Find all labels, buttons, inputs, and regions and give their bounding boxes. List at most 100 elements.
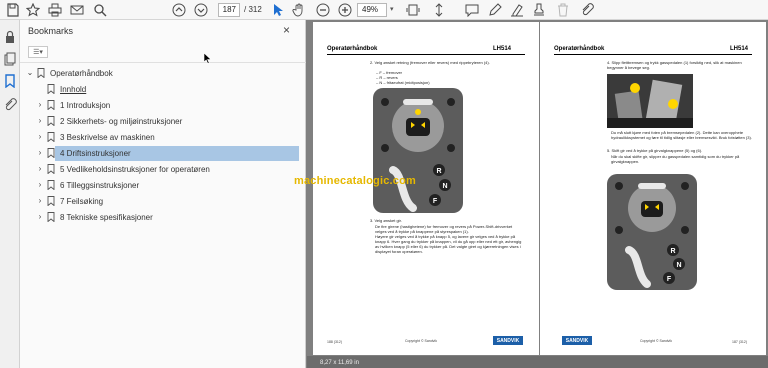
- star-icon[interactable]: [26, 2, 40, 18]
- bookmark-icon: [47, 148, 55, 158]
- footer-copyright: Copyright © Sandvik: [405, 339, 437, 343]
- delete-icon[interactable]: [556, 2, 570, 18]
- chevron-right-icon[interactable]: ›: [36, 196, 44, 205]
- sandvik-logo: SANDVIK: [562, 336, 592, 345]
- footer-page-number: 188 (312): [327, 340, 342, 344]
- bookmark-label: 3 Beskrivelse av maskinen: [60, 133, 155, 142]
- bookmark-icon: [47, 164, 55, 174]
- zoom-in-icon[interactable]: [338, 2, 352, 18]
- navigation-rail: [0, 20, 20, 368]
- status-bar: [307, 356, 768, 368]
- zoom-dropdown-icon[interactable]: ▾: [390, 5, 394, 13]
- bookmark-label: 1 Introduksjon: [60, 101, 111, 110]
- pages-icon[interactable]: [3, 52, 17, 66]
- svg-text:R: R: [436, 168, 441, 175]
- bookmark-item[interactable]: › 8 Tekniske spesifikasjoner: [20, 210, 306, 225]
- stamp-icon[interactable]: [532, 2, 546, 18]
- document-page-right: Operatørhåndbok LH514 4. Slipp flettbrem…: [540, 22, 766, 355]
- bookmark-item[interactable]: › 6 Tilleggsinstruksjoner: [20, 178, 306, 193]
- bookmarks-panel: Bookmarks × ☰▾ ⌄ Operatørhåndbok Innhold › 1…: [20, 20, 306, 368]
- bookmark-options-button[interactable]: ☰▾: [28, 46, 48, 58]
- zoom-out-icon[interactable]: [316, 2, 330, 18]
- mail-icon[interactable]: [70, 2, 84, 18]
- bookmark-icon: [47, 100, 55, 110]
- fit-page-icon[interactable]: [405, 2, 421, 18]
- bookmark-label: 5 Vedlikeholdsinstruksjoner for operatør…: [60, 165, 210, 174]
- highlight-icon[interactable]: [510, 2, 524, 18]
- comment-icon[interactable]: [465, 2, 479, 18]
- sandvik-logo: SANDVIK: [493, 336, 523, 345]
- page-header-model: LH514: [493, 46, 512, 52]
- bookmark-label: 8 Tekniske spesifikasjoner: [60, 213, 153, 222]
- bookmark-item[interactable]: › 1 Introduksjon: [20, 98, 306, 113]
- step-text: 5. Skift gir ved å trykke på girvalgknap…: [607, 148, 703, 153]
- bookmark-item[interactable]: › 4 Driftsinstruksjoner: [20, 146, 306, 161]
- scroll-mode-icon[interactable]: [432, 2, 446, 18]
- main-toolbar: 187 / 312 49% ▾: [0, 0, 768, 20]
- page-up-icon[interactable]: [172, 2, 186, 18]
- hand-tool-icon[interactable]: [292, 2, 306, 18]
- chevron-right-icon[interactable]: ›: [36, 180, 44, 189]
- document-page-left: Operatørhåndbok LH514 2. Velg ønsket ret…: [313, 22, 539, 355]
- chevron-right-icon[interactable]: ›: [36, 164, 44, 173]
- page-header-title: Operatørhåndbok: [554, 46, 605, 52]
- chevron-right-icon[interactable]: ›: [36, 116, 44, 125]
- svg-text:F: F: [433, 198, 438, 205]
- bookmark-icon: [47, 132, 55, 142]
- page-down-icon[interactable]: [194, 2, 208, 18]
- bookmark-label: 2 Sikkerhets- og miljøinstruksjoner: [60, 117, 183, 126]
- mouse-cursor-icon: [204, 53, 212, 64]
- zoom-level-input[interactable]: 49%: [357, 3, 387, 17]
- close-icon[interactable]: ×: [283, 23, 290, 37]
- bookmark-icon: [47, 84, 55, 94]
- bookmark-label: Operatørhåndbok: [50, 69, 113, 78]
- chevron-right-icon[interactable]: ›: [36, 148, 44, 157]
- bookmark-item[interactable]: › 5 Vedlikeholdsinstruksjoner for operatø…: [20, 162, 306, 177]
- select-cursor-icon[interactable]: [271, 2, 285, 18]
- chevron-right-icon[interactable]: ›: [36, 132, 44, 141]
- save-icon[interactable]: [6, 2, 20, 18]
- chevron-down-icon[interactable]: ⌄: [26, 68, 34, 77]
- bookmark-panel-icon[interactable]: [3, 74, 17, 89]
- bookmark-item[interactable]: ⌄ Operatørhåndbok: [20, 66, 306, 81]
- svg-text:N: N: [442, 183, 447, 190]
- page-total: / 312: [244, 5, 262, 14]
- pen-icon[interactable]: [488, 2, 502, 18]
- chevron-right-icon[interactable]: ›: [36, 212, 44, 221]
- lock-icon[interactable]: [3, 30, 17, 44]
- divider: [20, 62, 306, 63]
- bookmark-label: 6 Tilleggsinstruksjoner: [60, 181, 140, 190]
- bookmark-item[interactable]: › 3 Beskrivelse av maskinen: [20, 130, 306, 145]
- attachments-icon[interactable]: [3, 98, 17, 112]
- bookmark-item[interactable]: Innhold: [20, 82, 306, 97]
- bookmark-label: 7 Feilsøking: [60, 197, 104, 206]
- svg-text:R: R: [670, 248, 675, 255]
- pedal-photo: [607, 74, 693, 128]
- bookmark-icon: [47, 196, 55, 206]
- attach-icon[interactable]: [580, 2, 594, 18]
- step-body: De fire girene (hastighetene) for fremov…: [375, 224, 522, 254]
- svg-text:N: N: [676, 262, 681, 269]
- search-icon[interactable]: [93, 2, 107, 18]
- header-rule: [327, 54, 525, 55]
- bookmark-label: Innhold: [60, 85, 87, 94]
- bookmark-icon: [47, 116, 55, 126]
- bookmark-icon: [47, 180, 55, 190]
- step-text: 2. Velg ønsket retning (fremover eller r…: [370, 60, 490, 65]
- page-number-input[interactable]: 187: [218, 3, 240, 17]
- bookmark-icon: [47, 212, 55, 222]
- footer-copyright: Copyright © Sandvik: [640, 339, 672, 343]
- bookmark-icon: [37, 68, 45, 78]
- bookmark-item[interactable]: › 2 Sikkerhets- og miljøinstruksjoner: [20, 114, 306, 129]
- page-header-title: Operatørhåndbok: [327, 46, 378, 52]
- step-body: Du må slutt kjøre med foten på bremseped…: [611, 130, 752, 140]
- svg-text:F: F: [667, 276, 672, 283]
- watermark: machinecatalogic.com: [294, 175, 416, 187]
- bookmark-item[interactable]: › 7 Feilsøking: [20, 194, 306, 209]
- step-subtext: – F – fremover – R – revers – N – fritae…: [376, 70, 430, 85]
- print-icon[interactable]: [48, 2, 62, 18]
- step-text: 3. Velg ønsket gir.: [370, 218, 402, 223]
- chevron-right-icon[interactable]: ›: [36, 100, 44, 109]
- step-text: 4. Slipp flettbremsen og trykk gasspedal…: [607, 60, 742, 70]
- control-diagram: R N F: [373, 88, 463, 213]
